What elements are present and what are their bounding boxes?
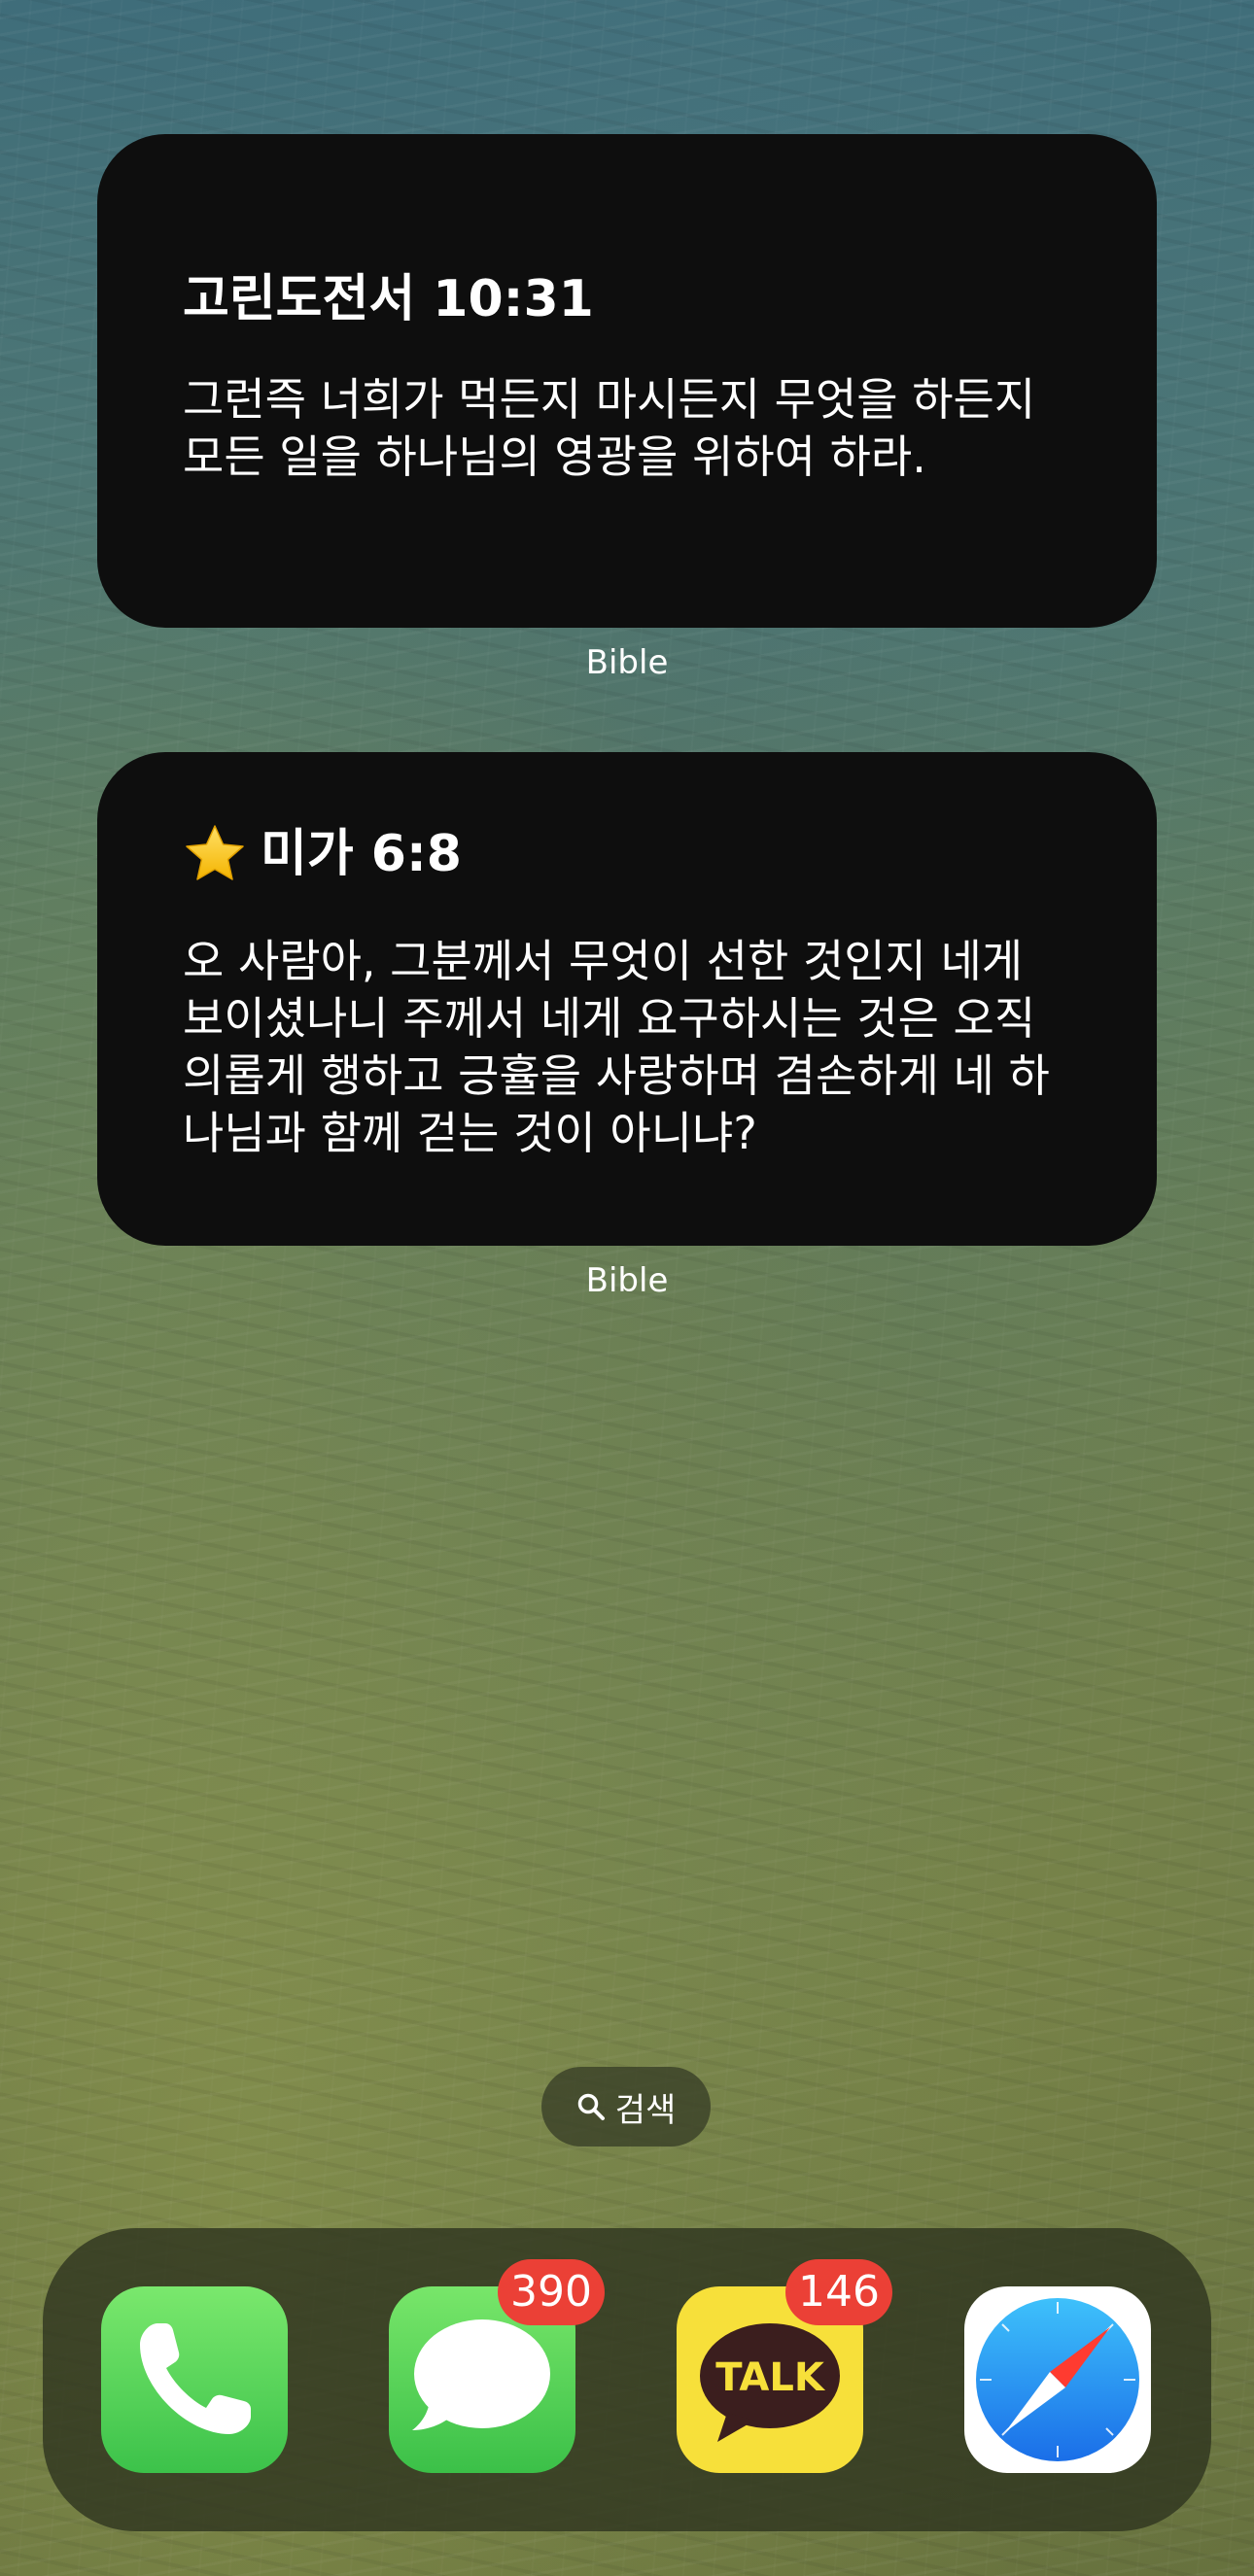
compass-icon <box>976 2298 1139 2461</box>
phone-app[interactable] <box>101 2286 288 2473</box>
messages-app[interactable]: 390 <box>389 2259 605 2473</box>
bible-widget-2[interactable]: 미가 6:8 오 사람아, 그분께서 무엇이 선한 것인지 네게 보이셨나니 주… <box>97 752 1157 1246</box>
verse-reference: 미가 6:8 <box>261 825 462 883</box>
notification-badge: 390 <box>498 2259 605 2325</box>
star-icon <box>186 825 244 880</box>
widget-label: Bible <box>585 643 669 682</box>
search-icon <box>577 2093 605 2120</box>
verse-reference: 고린도전서 10:31 <box>183 270 594 328</box>
kakaotalk-app[interactable]: TALK 146 <box>677 2259 892 2473</box>
phone-icon <box>140 2323 251 2434</box>
notification-badge: 146 <box>785 2259 892 2325</box>
safari-app[interactable] <box>964 2286 1151 2473</box>
home-screen: 고린도전서 10:31 그런즉 너희가 먹든지 마시든지 무엇을 하든지 모든 … <box>0 0 1254 2576</box>
bible-widget-1[interactable]: 고린도전서 10:31 그런즉 너희가 먹든지 마시든지 무엇을 하든지 모든 … <box>97 134 1157 628</box>
verse-text: 그런즉 너희가 먹든지 마시든지 무엇을 하든지 모든 일을 하나님의 영광을 … <box>183 373 1036 483</box>
talk-label: TALK <box>715 2355 826 2400</box>
search-label: 검색 <box>614 2090 677 2130</box>
verse-reference-row: 미가 6:8 <box>183 822 1071 886</box>
spotlight-search-button[interactable]: 검색 <box>541 2067 711 2147</box>
widget-label: Bible <box>585 1261 669 1300</box>
verse-text: 오 사람아, 그분께서 무엇이 선한 것인지 네게 보이셨나니 주께서 네게 요… <box>183 935 1050 1159</box>
